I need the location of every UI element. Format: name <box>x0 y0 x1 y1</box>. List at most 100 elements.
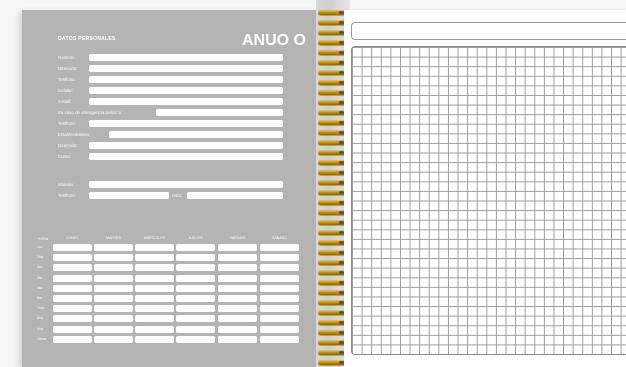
schedule-cell <box>53 295 92 302</box>
schedule-cell <box>176 315 215 323</box>
schedule-cell <box>94 274 133 282</box>
schedule-cell <box>218 284 257 292</box>
spiral-ring <box>318 20 346 25</box>
schedule-cell <box>53 284 92 292</box>
personal-data-page: DATOS PERSONALES ANUO O Nombre: Direcció… <box>22 10 318 367</box>
schedule-cell <box>94 315 133 323</box>
spiral-ring <box>318 220 346 225</box>
spiral-ring <box>318 170 346 175</box>
spiral-ring <box>318 10 346 15</box>
spiral-ring <box>318 40 346 45</box>
schedule-cell <box>176 325 215 333</box>
field-label-telefono: Teléfono: <box>58 77 76 82</box>
field-label-direccion: Dirección: <box>58 66 78 71</box>
spiral-ring <box>318 150 346 155</box>
schedule-row-label: 2da <box>37 255 43 260</box>
field-box-materia <box>89 181 283 188</box>
spiral-ring <box>318 320 346 325</box>
field-label-celular: Celular: <box>58 88 74 93</box>
notebook-scene: DATOS PERSONALES ANUO O Nombre: Direcció… <box>0 0 626 367</box>
spiral-ring <box>318 290 346 295</box>
schedule-cell <box>218 264 257 272</box>
schedule-row-label: 10ma <box>37 336 46 341</box>
field-box-direccion-escuela <box>89 142 283 149</box>
schedule-cell <box>260 244 299 251</box>
schedule-row-label: 4ta <box>37 275 42 280</box>
schedule-cell <box>260 274 299 282</box>
page-title: DATOS PERSONALES <box>58 36 116 42</box>
field-label-direccion-escuela: Dirección: <box>58 143 78 148</box>
schedule-cell <box>135 254 174 262</box>
field-label-nombre: Nombre: <box>58 55 75 60</box>
spiral-ring <box>318 200 346 205</box>
spiral-ring <box>318 360 346 365</box>
spiral-ring <box>318 50 346 55</box>
spiral-ring <box>318 350 346 355</box>
schedule-cell <box>260 295 299 302</box>
schedule-cell <box>260 315 299 323</box>
spiral-ring <box>318 190 346 195</box>
schedule-row-label: 8va <box>37 316 43 321</box>
graph-paper-grid <box>351 46 626 355</box>
spiral-ring <box>318 260 346 265</box>
schedule-cell <box>218 325 257 333</box>
spiral-ring <box>318 330 346 335</box>
header-strip <box>351 22 626 40</box>
schedule-cell <box>218 335 257 343</box>
schedule-cell <box>94 305 133 313</box>
field-label-aula: Aula: <box>172 193 183 198</box>
field-label-email: e-mail: <box>58 99 72 104</box>
schedule-cell <box>176 244 215 251</box>
spiral-ring <box>318 30 346 35</box>
schedule-header-miercoles: MIÉRCOLES <box>143 236 166 240</box>
spiral-ring <box>318 140 346 145</box>
field-box-telefono-emergencia <box>89 120 283 127</box>
schedule-row-label: 9na <box>37 326 43 331</box>
spiral-ring <box>318 80 346 85</box>
schedule-cell <box>53 274 92 282</box>
field-box-direccion <box>89 65 283 72</box>
spiral-ring <box>318 60 346 65</box>
spiral-ring <box>318 180 346 185</box>
field-box-telefono <box>89 76 283 83</box>
spiral-ring <box>318 90 346 95</box>
spiral-ring <box>318 280 346 285</box>
schedule-cell <box>94 335 133 343</box>
schedule-row-label: 1ra <box>37 245 43 249</box>
schedule-cell <box>218 295 257 302</box>
schedule-header-martes: MARTES <box>106 236 121 240</box>
field-box-celular <box>89 87 283 94</box>
schedule-cell <box>53 244 92 251</box>
schedule-cell <box>94 284 133 292</box>
schedule-cell <box>135 284 174 292</box>
field-box-email <box>89 98 283 105</box>
schedule-cell <box>53 315 92 323</box>
schedule-cell <box>176 274 215 282</box>
schedule-cell <box>94 254 133 262</box>
schedule-row-label: 6ta <box>37 296 42 300</box>
schedule-cell <box>53 264 92 272</box>
spiral-ring <box>318 300 346 305</box>
schedule-cell <box>218 244 257 251</box>
spiral-ring <box>318 270 346 275</box>
schedule-cell <box>176 295 215 302</box>
schedule-cell <box>176 305 215 313</box>
field-box-aula <box>187 192 283 199</box>
schedule-cell <box>176 254 215 262</box>
schedule-cell <box>94 244 133 251</box>
schedule-cell <box>53 305 92 313</box>
field-box-emergencia <box>156 109 283 116</box>
schedule-cell <box>94 295 133 302</box>
schedule-cell <box>135 315 174 323</box>
spiral-ring <box>318 120 346 125</box>
field-box-nombre <box>89 54 283 61</box>
spiral-ring <box>318 110 346 115</box>
schedule-cell <box>260 325 299 333</box>
field-label-emergencia: En caso de emergencia avisar a: <box>58 110 122 115</box>
schedule-cell <box>135 325 174 333</box>
field-box-establecimiento <box>109 131 283 138</box>
schedule-cell <box>176 264 215 272</box>
spiral-ring <box>318 70 346 75</box>
field-label-establecimiento: Establecimiento: <box>58 132 91 137</box>
brand-logo: ANUO O <box>242 32 306 49</box>
